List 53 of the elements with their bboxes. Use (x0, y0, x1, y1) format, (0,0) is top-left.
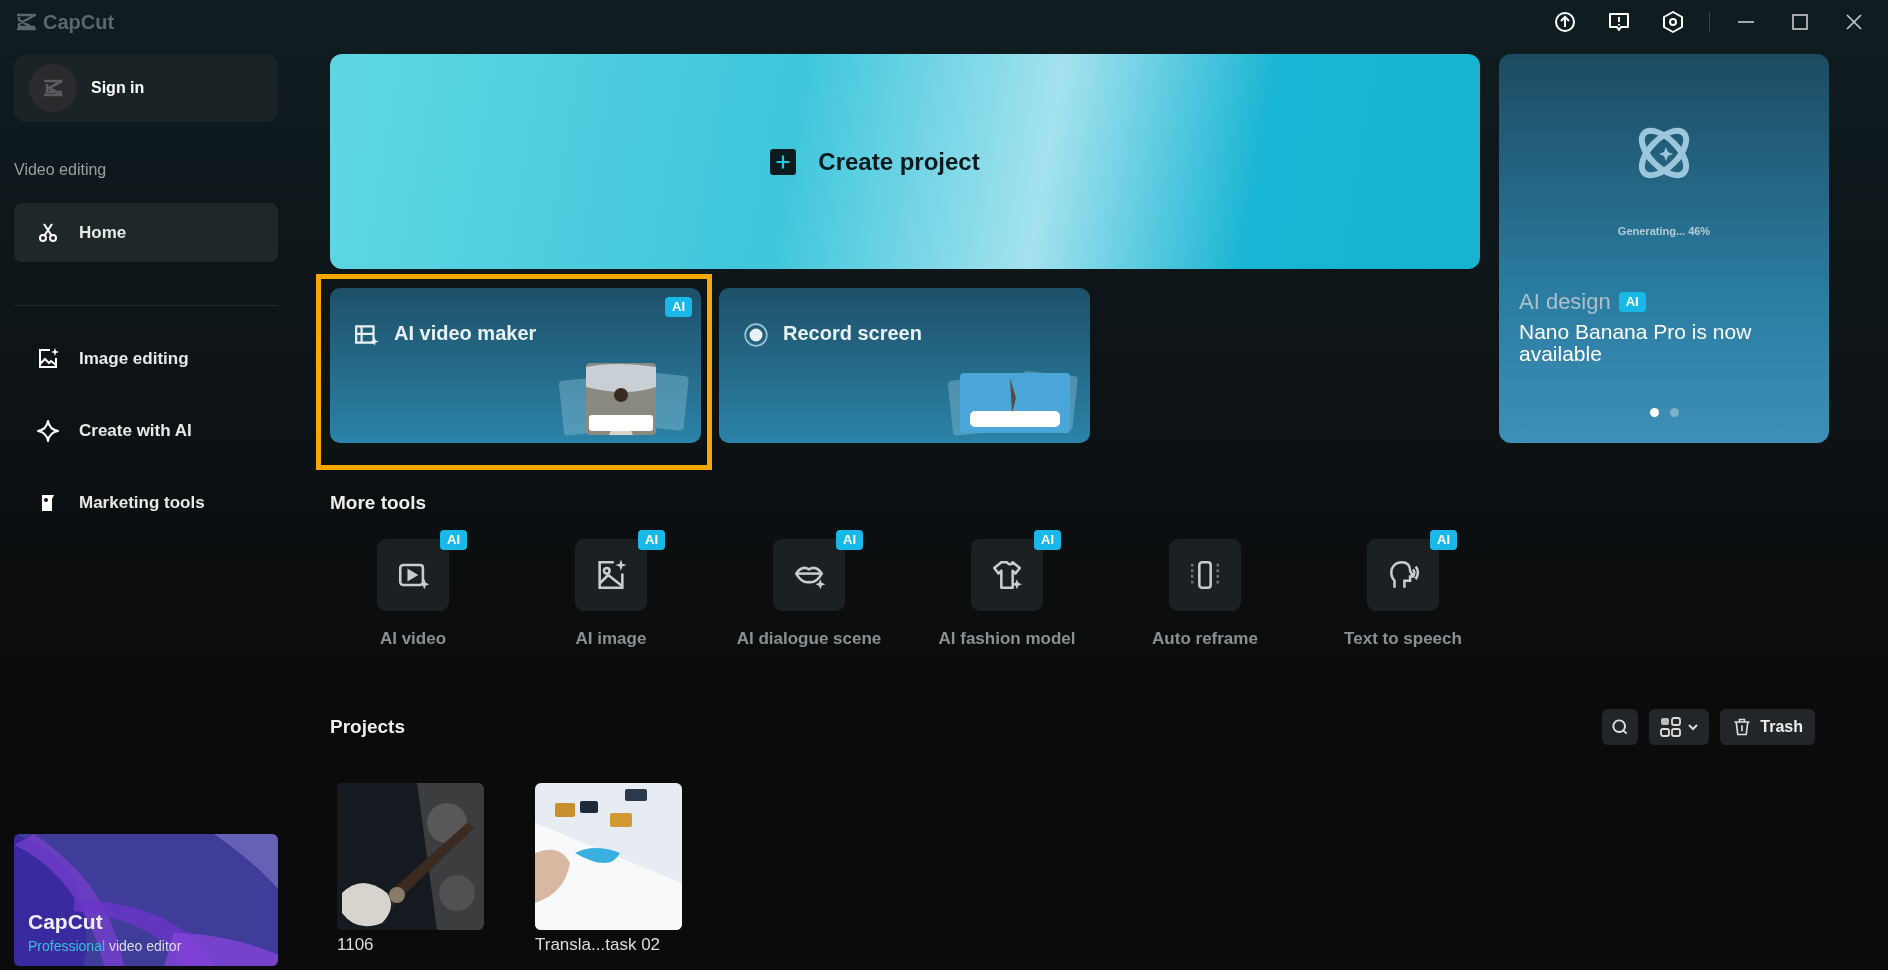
trash-button[interactable]: Trash (1720, 709, 1815, 745)
promo-card[interactable]: CapCut Professional video editor (14, 834, 278, 966)
tool-item[interactable]: AI AI video (330, 529, 496, 649)
section-heading: Projects (330, 716, 405, 738)
tool-item[interactable]: AI AI fashion model (924, 529, 1090, 649)
record-icon (743, 322, 769, 348)
create-project-button[interactable]: Create project (330, 54, 1480, 269)
feature-card[interactable]: Record screen (719, 288, 1090, 443)
ai-badge: AI (1430, 530, 1457, 550)
shirt-sparkle-icon (990, 558, 1024, 592)
sign-in-button[interactable]: Sign in (14, 54, 278, 122)
slide-dot[interactable] (1649, 408, 1659, 417)
upload-icon[interactable] (1553, 10, 1577, 34)
sidebar-item[interactable]: Marketing tools (14, 481, 278, 525)
sidebar-item[interactable]: Create with AI (14, 409, 278, 453)
app-title: CapCut (43, 10, 115, 34)
ai-badge: AI (665, 297, 692, 317)
view-toggle-button[interactable] (1649, 709, 1710, 745)
avatar-icon (29, 64, 77, 112)
film-sparkle-icon (354, 322, 380, 348)
image-sparkle-icon (36, 347, 60, 371)
banner-headline: Nano Banana Pro is now available (1519, 321, 1753, 365)
section-label: Video editing (14, 160, 108, 180)
section-heading: More tools (330, 492, 428, 514)
sidebar-item[interactable]: Home (14, 203, 278, 262)
ai-badge: AI (1618, 292, 1646, 312)
banner-category: AI design (1519, 289, 1611, 315)
ai-badge: AI (440, 530, 467, 550)
sparkle-icon (36, 419, 60, 443)
trash-icon (1732, 717, 1753, 737)
feedback-icon[interactable] (1607, 10, 1631, 34)
tool-item[interactable]: AI AI image (528, 529, 694, 649)
plus-icon (770, 148, 797, 175)
slide-dot[interactable] (1669, 408, 1679, 417)
grid-view-icon (1658, 715, 1701, 739)
ai-badge: AI (638, 530, 665, 550)
generating-status: Generating... 46% (1617, 225, 1711, 237)
promo-title: CapCut (28, 910, 104, 934)
settings-icon[interactable] (1661, 10, 1685, 34)
tool-item[interactable]: AI Text to speech (1320, 529, 1486, 649)
sidebar-item[interactable]: Image editing (14, 337, 278, 381)
tool-item[interactable]: Auto reframe (1122, 529, 1288, 649)
project-name[interactable]: Transla...task 02 (535, 935, 682, 955)
promo-subtitle: Professional video editor (28, 938, 183, 954)
phone-frame-icon (1188, 558, 1222, 592)
feature-card[interactable]: AI video maker AI (330, 288, 701, 443)
project-name[interactable]: 1106 (337, 935, 484, 955)
ai-badge: AI (836, 530, 863, 550)
promo-banner[interactable]: Generating... 46% AI design AI Nano Banana Pro is now available (1499, 54, 1829, 443)
ai-badge: AI (1034, 530, 1061, 550)
tool-item[interactable]: AI AI dialogue scene (726, 529, 892, 649)
capcut-logo-icon (14, 12, 38, 32)
search-button[interactable] (1602, 709, 1639, 745)
